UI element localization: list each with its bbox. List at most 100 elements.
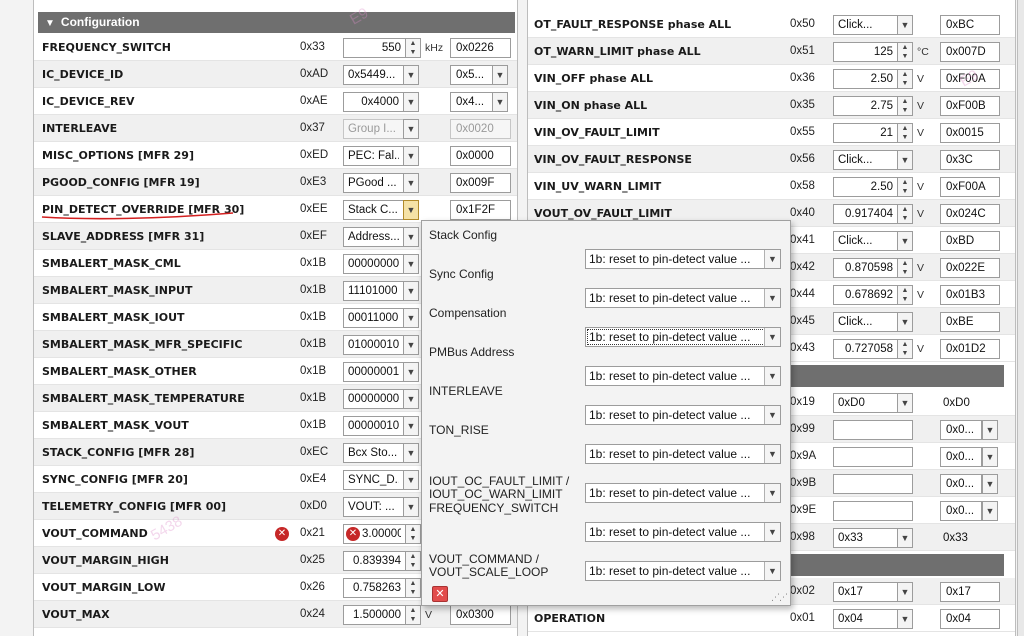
chevron-down-icon[interactable]: ▼ <box>403 308 419 328</box>
value-dropdown[interactable]: VOUT: ... <box>343 497 404 517</box>
hex-value-field[interactable]: 0xBC <box>940 15 1000 35</box>
value-dropdown[interactable]: 00000000 <box>343 254 404 274</box>
chevron-down-icon[interactable]: ▼ <box>403 470 419 490</box>
chevron-down-icon[interactable]: ▼ <box>403 497 419 517</box>
spin-arrows-icon[interactable]: ▲ ▼ <box>405 551 421 571</box>
configuration-section-header[interactable]: ▼ Configuration <box>38 12 515 33</box>
spin-arrows-icon[interactable]: ▲ ▼ <box>897 96 913 116</box>
chevron-down-icon[interactable]: ▼ <box>403 362 419 382</box>
chevron-down-icon[interactable]: ▼ <box>897 312 913 332</box>
hex-value-field[interactable]: 0x0... <box>940 420 982 440</box>
hex-value-field[interactable]: 0xF00A <box>940 177 1000 197</box>
value-field[interactable] <box>833 474 913 494</box>
hex-value-field[interactable]: 0x0... <box>940 501 982 521</box>
spin-arrows-icon[interactable]: ▲ ▼ <box>405 578 421 598</box>
spin-arrows-icon[interactable]: ▲ ▼ <box>897 258 913 278</box>
chevron-down-icon[interactable]: ▼ <box>764 562 780 580</box>
value-dropdown[interactable]: 0x33 <box>833 528 898 548</box>
value-dropdown[interactable]: 0x5449... <box>343 65 404 85</box>
spin-arrows-icon[interactable]: ▲ ▼ <box>897 42 913 62</box>
hex-value-field[interactable]: 0x1F2F <box>450 200 511 220</box>
hex-value-field[interactable]: 0x0226 <box>450 38 511 58</box>
chevron-down-icon[interactable]: ▼ <box>897 609 913 629</box>
hex-value-field[interactable]: 0x009F <box>450 173 511 193</box>
value-dropdown[interactable]: Address... <box>343 227 404 247</box>
chevron-down-icon[interactable]: ▼ <box>403 200 419 220</box>
spin-arrows-icon[interactable]: ▲ ▼ <box>897 339 913 359</box>
spin-arrows-icon[interactable]: ▲ ▼ <box>897 285 913 305</box>
chevron-down-icon[interactable]: ▼ <box>897 231 913 251</box>
value-dropdown[interactable]: Click... <box>833 15 898 35</box>
value-dropdown[interactable]: 0x17 <box>833 582 898 602</box>
value-field[interactable] <box>833 447 913 467</box>
hex-value-field[interactable]: 0x0015 <box>940 123 1000 143</box>
value-dropdown[interactable]: PEC: Fal... <box>343 146 404 166</box>
value-spinbox[interactable]: 21 <box>833 123 898 143</box>
collapsed-section-header[interactable] <box>784 554 1004 576</box>
chevron-down-icon[interactable]: ▼ <box>403 254 419 274</box>
chevron-down-icon[interactable]: ▼ <box>897 150 913 170</box>
value-dropdown[interactable]: 0x4000 <box>343 92 404 112</box>
value-spinbox[interactable]: 0.917404 <box>833 204 898 224</box>
chevron-down-icon[interactable]: ▼ <box>403 65 419 85</box>
value-spinbox[interactable]: 2.50 <box>833 69 898 89</box>
value-dropdown[interactable]: Stack C... <box>343 200 404 220</box>
hex-value-field[interactable]: 0x5... <box>450 65 493 85</box>
hex-value-field[interactable]: 0xBE <box>940 312 1000 332</box>
value-field[interactable] <box>833 501 913 521</box>
value-dropdown[interactable]: 00000001 <box>343 362 404 382</box>
hex-value-field[interactable]: 0x3C <box>940 150 1000 170</box>
spin-arrows-icon[interactable]: ▲ ▼ <box>897 204 913 224</box>
value-dropdown[interactable]: 0xD0 <box>833 393 898 413</box>
value-spinbox[interactable]: 2.50 <box>833 177 898 197</box>
spin-arrows-icon[interactable]: ▲ ▼ <box>897 177 913 197</box>
value-dropdown[interactable]: Click... <box>833 150 898 170</box>
value-spinbox[interactable]: ✕3.000000 <box>343 524 406 544</box>
hex-value-field[interactable]: 0x0... <box>940 474 982 494</box>
hex-value-field[interactable]: 0x0... <box>940 447 982 467</box>
chevron-down-icon[interactable]: ▼ <box>897 393 913 413</box>
value-dropdown[interactable]: 11101000 <box>343 281 404 301</box>
chevron-down-icon[interactable]: ▼ <box>403 227 419 247</box>
chevron-down-icon[interactable]: ▼ <box>982 420 998 440</box>
value-field[interactable] <box>833 420 913 440</box>
hex-value-field[interactable]: 0xF00B <box>940 96 1000 116</box>
hex-value-field[interactable]: 0x024C <box>940 204 1000 224</box>
chevron-down-icon[interactable]: ▼ <box>403 173 419 193</box>
value-dropdown[interactable]: 01000010 <box>343 335 404 355</box>
chevron-down-icon[interactable]: ▼ <box>492 92 508 112</box>
chevron-down-icon[interactable]: ▼ <box>982 501 998 521</box>
hex-value-field[interactable]: 0xBD <box>940 231 1000 251</box>
value-dropdown[interactable]: Click... <box>833 312 898 332</box>
chevron-down-icon[interactable]: ▼ <box>897 528 913 548</box>
spin-arrows-icon[interactable]: ▲ ▼ <box>897 69 913 89</box>
hex-value-field[interactable]: 0x17 <box>940 582 1000 602</box>
chevron-down-icon[interactable]: ▼ <box>897 15 913 35</box>
value-dropdown[interactable]: 00011000 <box>343 308 404 328</box>
chevron-down-icon[interactable]: ▼ <box>403 146 419 166</box>
value-spinbox[interactable]: 0.678692 <box>833 285 898 305</box>
value-spinbox[interactable]: 0.870598 <box>833 258 898 278</box>
value-dropdown[interactable]: 00000010 <box>343 416 404 436</box>
chevron-down-icon[interactable]: ▼ <box>403 281 419 301</box>
value-dropdown[interactable]: Click... <box>833 231 898 251</box>
spin-arrows-icon[interactable]: ▲ ▼ <box>405 38 421 58</box>
hex-value-field[interactable]: 0x0000 <box>450 146 511 166</box>
hex-value-field[interactable]: 0xF00A <box>940 69 1000 89</box>
hex-value-field[interactable]: 0x022E <box>940 258 1000 278</box>
value-spinbox[interactable]: 125 <box>833 42 898 62</box>
chevron-down-icon[interactable]: ▼ <box>403 92 419 112</box>
collapsed-section-header[interactable] <box>784 365 1004 387</box>
hex-value-field[interactable]: 0x01D2 <box>940 339 1000 359</box>
value-dropdown[interactable]: 0x04 <box>833 609 898 629</box>
value-spinbox[interactable]: 0.758263 <box>343 578 406 598</box>
close-x-icon[interactable]: ✕ <box>432 586 448 602</box>
chevron-down-icon[interactable]: ▼ <box>982 474 998 494</box>
chevron-down-icon[interactable]: ▼ <box>403 416 419 436</box>
hex-value-field[interactable]: 0x007D <box>940 42 1000 62</box>
hex-value-field[interactable]: 0x01B3 <box>940 285 1000 305</box>
chevron-down-icon[interactable]: ▼ <box>897 582 913 602</box>
spin-arrows-icon[interactable]: ▲ ▼ <box>405 605 421 625</box>
chevron-down-icon[interactable]: ▼ <box>982 447 998 467</box>
pin-detect-option-select[interactable]: 1b: reset to pin-detect value ... ▼ <box>585 561 781 581</box>
